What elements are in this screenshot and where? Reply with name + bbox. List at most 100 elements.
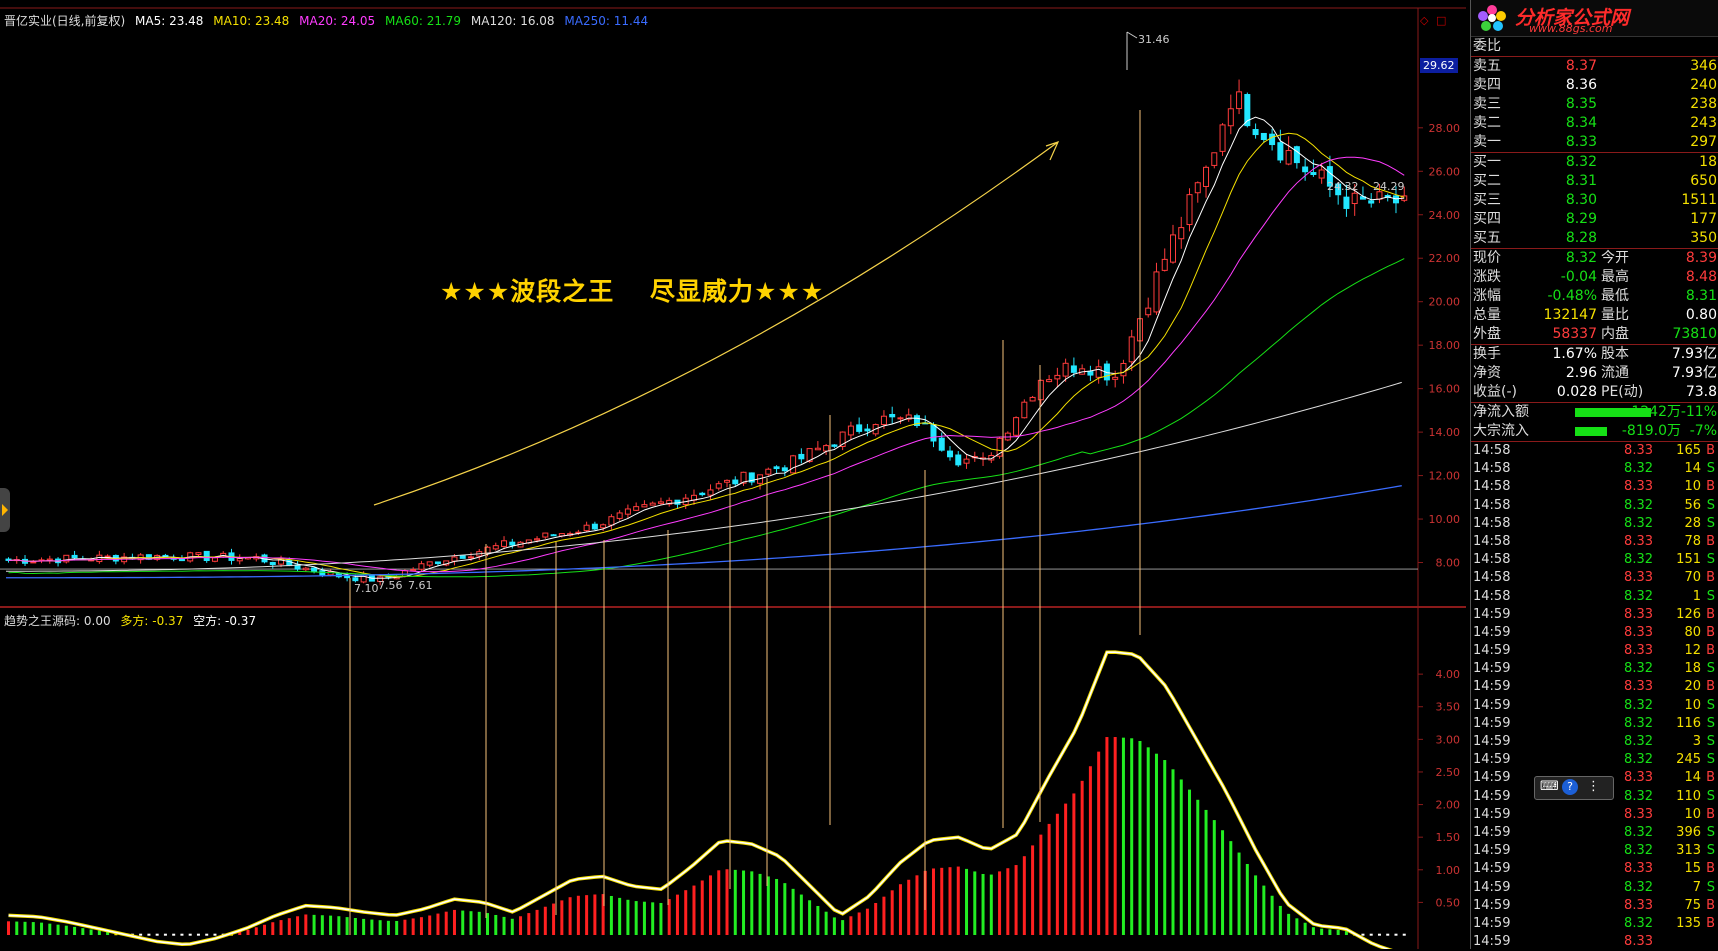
indicator-bar xyxy=(593,894,597,935)
tick-time: 14:58 xyxy=(1473,570,1511,586)
stat-value: 2.96 xyxy=(1565,365,1597,381)
tick-price: 8.32 xyxy=(1624,843,1653,859)
indicator-bar xyxy=(64,925,68,935)
tick-direction: S xyxy=(1706,843,1715,859)
bids-row[interactable]: 买三 8.30 1511 xyxy=(1471,191,1718,210)
indicator-bar xyxy=(849,916,853,935)
bids-price: 8.31 xyxy=(1565,173,1597,189)
tick-row: 14:58 8.33 10 B xyxy=(1471,478,1718,496)
tick-price: 8.33 xyxy=(1624,570,1653,586)
indicator-bar xyxy=(560,900,564,935)
bids-row[interactable]: 买一 8.32 18 xyxy=(1471,153,1718,172)
bids-row[interactable]: 买二 8.31 650 xyxy=(1471,172,1718,191)
expand-left-arrow-icon[interactable] xyxy=(0,488,10,532)
stat-label: 股本 xyxy=(1601,346,1629,362)
asks-row[interactable]: 卖二 8.34 243 xyxy=(1471,114,1718,133)
chart-header: 晋亿实业(日线,前复权) MA5: 23.48 MA10: 23.48 MA20… xyxy=(4,12,654,29)
asks-row[interactable]: 卖五 8.37 346 xyxy=(1471,57,1718,76)
candle-body xyxy=(1186,194,1193,226)
tick-time: 14:59 xyxy=(1473,915,1511,931)
indicator-bar xyxy=(271,922,275,935)
stat-value: 73.8 xyxy=(1685,384,1717,400)
asks-row[interactable]: 卖三 8.35 238 xyxy=(1471,95,1718,114)
indicator-bar xyxy=(981,873,985,935)
tick-price: 8.33 xyxy=(1624,861,1653,877)
candle-body xyxy=(600,524,607,529)
candle-body xyxy=(1153,271,1160,313)
tick-volume: 10 xyxy=(1684,806,1701,822)
tick-volume: 10 xyxy=(1684,697,1701,713)
candle-body xyxy=(707,489,714,496)
flow-value: -819.0万 xyxy=(1621,423,1681,439)
indicator-bar xyxy=(626,899,630,935)
floating-toolbox[interactable]: ⌨ ? ⋮ xyxy=(1534,776,1614,800)
keyboard-icon[interactable]: ⌨ xyxy=(1540,779,1559,794)
tick-direction: B xyxy=(1706,861,1715,877)
candle-body xyxy=(889,413,896,418)
bids-price: 8.29 xyxy=(1565,211,1597,227)
candle-body xyxy=(1293,146,1300,164)
help-icon[interactable]: ? xyxy=(1562,779,1578,795)
price-label-756: 7.56 xyxy=(378,579,403,592)
candle-body xyxy=(30,561,37,564)
indicator-bar xyxy=(535,909,539,935)
diamond-icon[interactable]: ◇ xyxy=(1420,14,1428,27)
tick-direction: S xyxy=(1706,661,1715,677)
indicator-bar xyxy=(263,924,267,935)
indicator-bar xyxy=(750,871,754,935)
asks-label: 卖三 xyxy=(1473,96,1501,112)
stat-label: 净资 xyxy=(1473,365,1501,381)
indicator-bar xyxy=(1212,820,1216,935)
bids-volume: 650 xyxy=(1690,173,1717,189)
indicator-bar xyxy=(709,875,712,935)
indicator-bar xyxy=(1328,929,1332,935)
asks-row[interactable]: 卖一 8.33 297 xyxy=(1471,133,1718,152)
indicator-bar xyxy=(758,873,762,935)
bids-price: 8.32 xyxy=(1565,154,1597,170)
tick-time: 14:59 xyxy=(1473,879,1511,895)
bids-row[interactable]: 买四 8.29 177 xyxy=(1471,210,1718,229)
tick-direction: S xyxy=(1706,497,1715,513)
candle-body xyxy=(1054,374,1061,380)
indicator-bar xyxy=(7,921,10,935)
candle-body xyxy=(1343,196,1350,209)
candle-body xyxy=(1252,129,1259,136)
candle-body xyxy=(509,541,516,546)
chart-canvas[interactable]: 28.00 26.00 24.00 22.00 20.00 18.00 16.00 14.00… xyxy=(0,0,1466,949)
candle-body xyxy=(1013,417,1020,436)
indicator-bar xyxy=(172,933,176,936)
tick-volume: 10 xyxy=(1684,479,1701,495)
asks-label: 卖五 xyxy=(1473,58,1501,74)
stats-block-2: 换手 1.67% 股本 7.93亿 净资 2.96 流通 7.93亿 收益(-) 0.028 PE(… xyxy=(1471,344,1718,402)
indicator-bar xyxy=(568,897,572,935)
candle-body xyxy=(1037,379,1044,401)
more-icon[interactable]: ⋮ xyxy=(1587,779,1600,794)
kline-chart-area[interactable]: 28.00 26.00 24.00 22.00 20.00 18.00 16.00 14.00… xyxy=(0,0,1466,949)
indicator-bar xyxy=(659,902,663,935)
tick-time: 14:59 xyxy=(1473,661,1511,677)
stat-label: 流通 xyxy=(1601,365,1629,381)
tick-row: 14:58 8.32 28 S xyxy=(1471,515,1718,533)
stats-block-1: 现价 8.32 今开 8.39 涨跌 -0.04 最高 8.48 涨幅 -0.48% 最低 8.31 总… xyxy=(1471,248,1718,344)
tick-list[interactable]: 14:58 8.33 165 B 14:58 8.32 14 S 14:58 8.33 10 B 14:… xyxy=(1471,441,1718,951)
flow-label: 净流入额 xyxy=(1473,404,1529,420)
tick-time: 14:59 xyxy=(1473,752,1511,768)
asks-row[interactable]: 卖四 8.36 240 xyxy=(1471,76,1718,95)
tick-volume: 12 xyxy=(1684,643,1701,659)
tick-price: 8.33 xyxy=(1624,443,1653,458)
indicator-bar xyxy=(1295,918,1299,935)
tick-volume: 151 xyxy=(1676,552,1701,568)
stat-value: 73810 xyxy=(1672,326,1717,342)
tick-price: 8.32 xyxy=(1624,824,1653,840)
indicator-bar xyxy=(287,918,291,935)
square-icon[interactable]: □ xyxy=(1436,14,1446,27)
tick-row: 14:59 8.32 135 B xyxy=(1471,915,1718,933)
tick-direction: S xyxy=(1706,552,1715,568)
candle-body xyxy=(1194,182,1201,194)
site-logo[interactable]: 分析家公式网 www.88gs.com xyxy=(1471,0,1718,37)
candle-body xyxy=(641,504,648,508)
tick-time: 14:59 xyxy=(1473,897,1511,913)
bids-row[interactable]: 买五 8.28 350 xyxy=(1471,229,1718,248)
tick-direction: B xyxy=(1706,624,1715,640)
tick-volume: 313 xyxy=(1676,843,1701,859)
